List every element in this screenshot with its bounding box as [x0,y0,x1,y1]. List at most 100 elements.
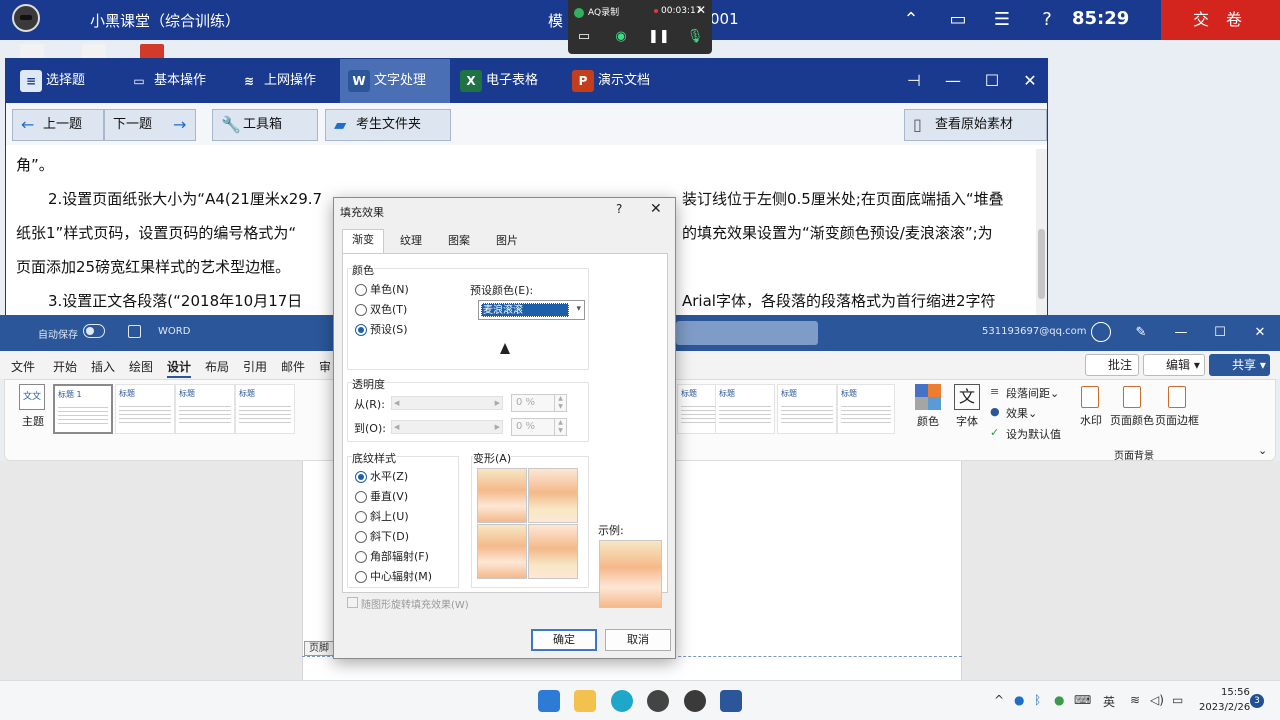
question-list-icon[interactable]: ☰ [990,8,1014,32]
menu-layout[interactable]: 布局 [205,358,229,375]
gradient-variant[interactable] [477,468,527,523]
help-icon[interactable]: ? [616,202,622,216]
document-name[interactable]: WORD [158,326,190,337]
ime-language[interactable]: 英 [1103,693,1115,710]
next-question-button[interactable]: 下一题 → [104,109,196,141]
tab-internet[interactable]: ≋ 上网操作 [230,59,340,103]
effects-button[interactable]: ● 效果⌄ [990,405,1037,421]
style-set-thumb[interactable]: 标题 [175,384,235,434]
radio-diagonal-down[interactable]: 斜下(D) [355,530,409,544]
windows-start-icon[interactable] [538,690,560,712]
screen-icon[interactable]: ▭ [574,28,594,46]
comments-button[interactable]: 批注 [1085,354,1139,376]
gradient-variant[interactable] [528,524,578,579]
page-color-icon[interactable] [1123,386,1141,408]
pause-icon[interactable]: ❚❚ [648,28,670,46]
watermark-label[interactable]: 水印 [1080,412,1102,428]
menu-references[interactable]: 引用 [243,358,267,375]
autosave-toggle[interactable] [83,324,105,338]
style-set-thumb[interactable]: 标题 [777,384,837,434]
gradient-variant[interactable] [528,468,578,523]
share-button[interactable]: 共享 ▾ [1209,354,1270,376]
page-border-icon[interactable] [1168,386,1186,408]
tray-app-icon[interactable]: ● [1014,693,1024,707]
window-icon[interactable]: ▭ [946,8,970,32]
tab-choice[interactable]: ≡ 选择题 [12,59,120,103]
wechat-icon[interactable]: ● [1054,693,1064,707]
prev-question-button[interactable]: ← 上一题 [12,109,104,141]
minimize-icon[interactable]: — [941,69,965,93]
account-avatar[interactable] [1091,322,1111,342]
colors-label[interactable]: 颜色 [917,413,939,429]
notification-badge[interactable]: 3 [1250,694,1264,708]
pen-icon[interactable]: ✎ [1131,323,1151,343]
minimize-icon[interactable]: — [1171,323,1191,343]
volume-icon[interactable]: ◁) [1150,693,1164,707]
menu-home[interactable]: 开始 [53,358,77,375]
menu-review[interactable]: 审 [319,358,331,375]
radio-diagonal-up[interactable]: 斜上(U) [355,510,409,524]
help-icon[interactable]: ? [1035,8,1059,32]
menu-draw[interactable]: 绘图 [129,358,153,375]
rotate-with-shape-checkbox[interactable]: 随图形旋转填充效果(W) [347,596,469,611]
exam-app-icon[interactable] [684,690,706,712]
tab-basic-ops[interactable]: ▭ 基本操作 [120,59,230,103]
tab-pattern[interactable]: 图案 [438,231,480,253]
toolbox-button[interactable]: 🔧 工具箱 [212,109,318,141]
chevron-up-icon[interactable]: ^ [994,693,1004,707]
gradient-variant[interactable] [477,524,527,579]
submit-exam-button[interactable]: 交 卷 [1161,0,1280,40]
wifi-icon[interactable]: ≋ [1130,693,1140,707]
ribbon-expand-icon[interactable]: ⌄ [1258,444,1267,457]
student-folder-button[interactable]: ▰ 考生文件夹 [325,109,451,141]
battery-icon[interactable]: ▭ [1172,693,1183,707]
ok-button[interactable]: 确定 [531,629,597,651]
close-icon[interactable]: ✕ [696,3,706,17]
tab-texture[interactable]: 纹理 [390,231,432,253]
themes-icon[interactable]: 文文 [19,384,45,410]
radio-two-colors[interactable]: 双色(T) [355,303,407,317]
style-set-thumb[interactable]: 标题 [837,384,895,434]
fonts-icon[interactable]: 文 [954,384,980,410]
radio-one-color[interactable]: 单色(N) [355,283,409,297]
bluetooth-icon[interactable]: ᛒ [1034,693,1041,707]
page-color-label[interactable]: 页面颜色 [1110,412,1154,428]
set-default-button[interactable]: ✓ 设为默认值 [990,426,1061,442]
input-method-icon[interactable]: ⌨ [1074,693,1091,707]
colors-icon[interactable] [915,384,941,410]
recorder-app-icon[interactable] [647,690,669,712]
to-slider[interactable]: ◀ ▶ [391,420,503,434]
to-spinner[interactable]: 0 % ▲ ▼ [511,418,567,436]
from-slider[interactable]: ◀ ▶ [391,396,503,410]
radio-vertical[interactable]: 垂直(V) [355,490,408,504]
word-app-icon[interactable] [720,690,742,712]
tab-gradient[interactable]: 渐变 [342,229,384,254]
watermark-icon[interactable] [1081,386,1099,408]
preset-colors-select[interactable]: 麦浪滚滚 ▾ [478,300,585,320]
pin-icon[interactable]: ⊣ [902,69,926,93]
clock-time[interactable]: 15:56 [1221,687,1250,698]
file-explorer-icon[interactable] [574,690,596,712]
menu-insert[interactable]: 插入 [91,358,115,375]
search-box[interactable] [676,321,818,345]
maximize-icon[interactable]: ☐ [980,69,1004,93]
menu-mailings[interactable]: 邮件 [281,358,305,375]
radio-preset[interactable]: 预设(S) [355,323,408,337]
style-set-thumb[interactable]: 标题 [235,384,295,434]
radio-horizontal[interactable]: 水平(Z) [355,470,408,484]
from-spinner[interactable]: 0 % ▲ ▼ [511,394,567,412]
cancel-button[interactable]: 取消 [605,629,671,651]
radio-from-corner[interactable]: 角部辐射(F) [355,550,429,564]
save-icon[interactable] [128,325,141,338]
themes-label[interactable]: 主题 [22,413,44,429]
microphone-icon[interactable]: 🎙 [685,28,705,46]
tab-word-processing[interactable]: W 文字处理 [340,59,450,103]
question-scrollbar[interactable] [1036,149,1047,319]
collapse-icon[interactable]: ⌃ [899,8,923,32]
close-icon[interactable]: ✕ [1018,69,1042,93]
style-set-thumb[interactable]: 标题 [115,384,175,434]
close-icon[interactable]: ✕ [650,201,662,217]
style-set-thumb[interactable]: 标题 1 [53,384,113,434]
maximize-icon[interactable]: ☐ [1210,323,1230,343]
edge-browser-icon[interactable] [611,690,633,712]
